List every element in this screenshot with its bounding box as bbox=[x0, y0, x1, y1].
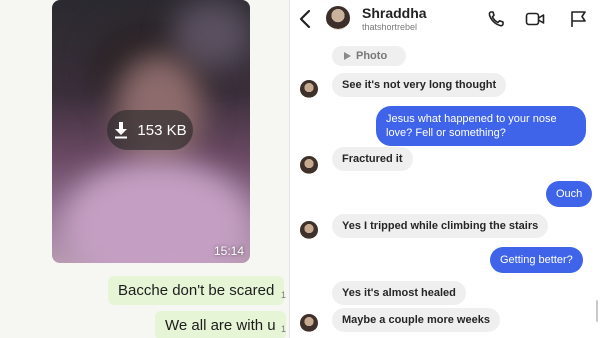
avatar bbox=[300, 156, 318, 174]
message-text: Jesus what happened to your nose love? F… bbox=[386, 113, 557, 139]
blurred-video-message[interactable]: 153 KB 15:14 bbox=[52, 0, 250, 263]
message-text: Getting better? bbox=[500, 254, 573, 266]
message-text: Fractured it bbox=[342, 153, 403, 165]
message-status: 1 bbox=[281, 324, 287, 334]
scrollbar[interactable] bbox=[596, 300, 598, 322]
avatar[interactable] bbox=[326, 6, 350, 30]
back-arrow-icon[interactable] bbox=[298, 9, 312, 29]
message-text: See it's not very long thought bbox=[342, 79, 497, 91]
incoming-message-bubble[interactable]: Yes it's almost healed bbox=[332, 281, 466, 305]
image-blur-region bbox=[172, 0, 250, 70]
outgoing-message-bubble[interactable]: Jesus what happened to your nose love? F… bbox=[376, 106, 586, 146]
avatar bbox=[300, 80, 318, 98]
incoming-message-bubble[interactable]: Maybe a couple more weeks bbox=[332, 308, 500, 332]
incoming-message-bubble[interactable]: Fractured it bbox=[332, 147, 413, 171]
contact-name[interactable]: Shraddha bbox=[362, 5, 427, 21]
instagram-dm-panel: Shraddha thatshortrebel Photo See it's n… bbox=[290, 0, 600, 338]
avatar bbox=[300, 221, 318, 239]
outgoing-message-bubble[interactable]: We all are with u bbox=[155, 311, 286, 338]
outgoing-message-bubble[interactable]: Bacche don't be scared bbox=[108, 276, 285, 305]
incoming-message-bubble[interactable]: Yes I tripped while climbing the stairs bbox=[332, 214, 549, 238]
incoming-message-bubble[interactable]: See it's not very long thought bbox=[332, 73, 507, 97]
phone-icon[interactable] bbox=[487, 10, 507, 28]
message-status: 1 bbox=[281, 290, 287, 300]
message-text: Yes it's almost healed bbox=[342, 287, 456, 299]
contact-username: thatshortrebel bbox=[362, 22, 418, 32]
photo-label: Photo bbox=[356, 50, 388, 62]
avatar bbox=[300, 314, 318, 332]
message-text: Maybe a couple more weeks bbox=[342, 314, 490, 326]
play-icon bbox=[344, 52, 351, 60]
video-icon[interactable] bbox=[525, 10, 545, 28]
download-button[interactable]: 153 KB bbox=[107, 110, 193, 150]
outgoing-message-bubble[interactable]: Getting better? bbox=[490, 247, 583, 273]
message-text: We all are with u bbox=[165, 317, 276, 334]
outgoing-message-bubble[interactable]: Ouch bbox=[546, 181, 593, 207]
download-icon bbox=[115, 122, 128, 139]
message-text: Bacche don't be scared bbox=[118, 282, 275, 299]
dm-header: Shraddha thatshortrebel bbox=[290, 0, 600, 40]
message-timestamp: 15:14 bbox=[213, 244, 244, 258]
file-size-label: 153 KB bbox=[137, 121, 187, 139]
flag-icon[interactable] bbox=[569, 10, 589, 28]
whatsapp-chat-panel: 153 KB 15:14 Bacche don't be scared 1 We… bbox=[0, 0, 289, 338]
message-text: Yes I tripped while climbing the stairs bbox=[342, 220, 539, 232]
photo-message[interactable]: Photo bbox=[332, 46, 406, 66]
message-text: Ouch bbox=[556, 188, 583, 200]
